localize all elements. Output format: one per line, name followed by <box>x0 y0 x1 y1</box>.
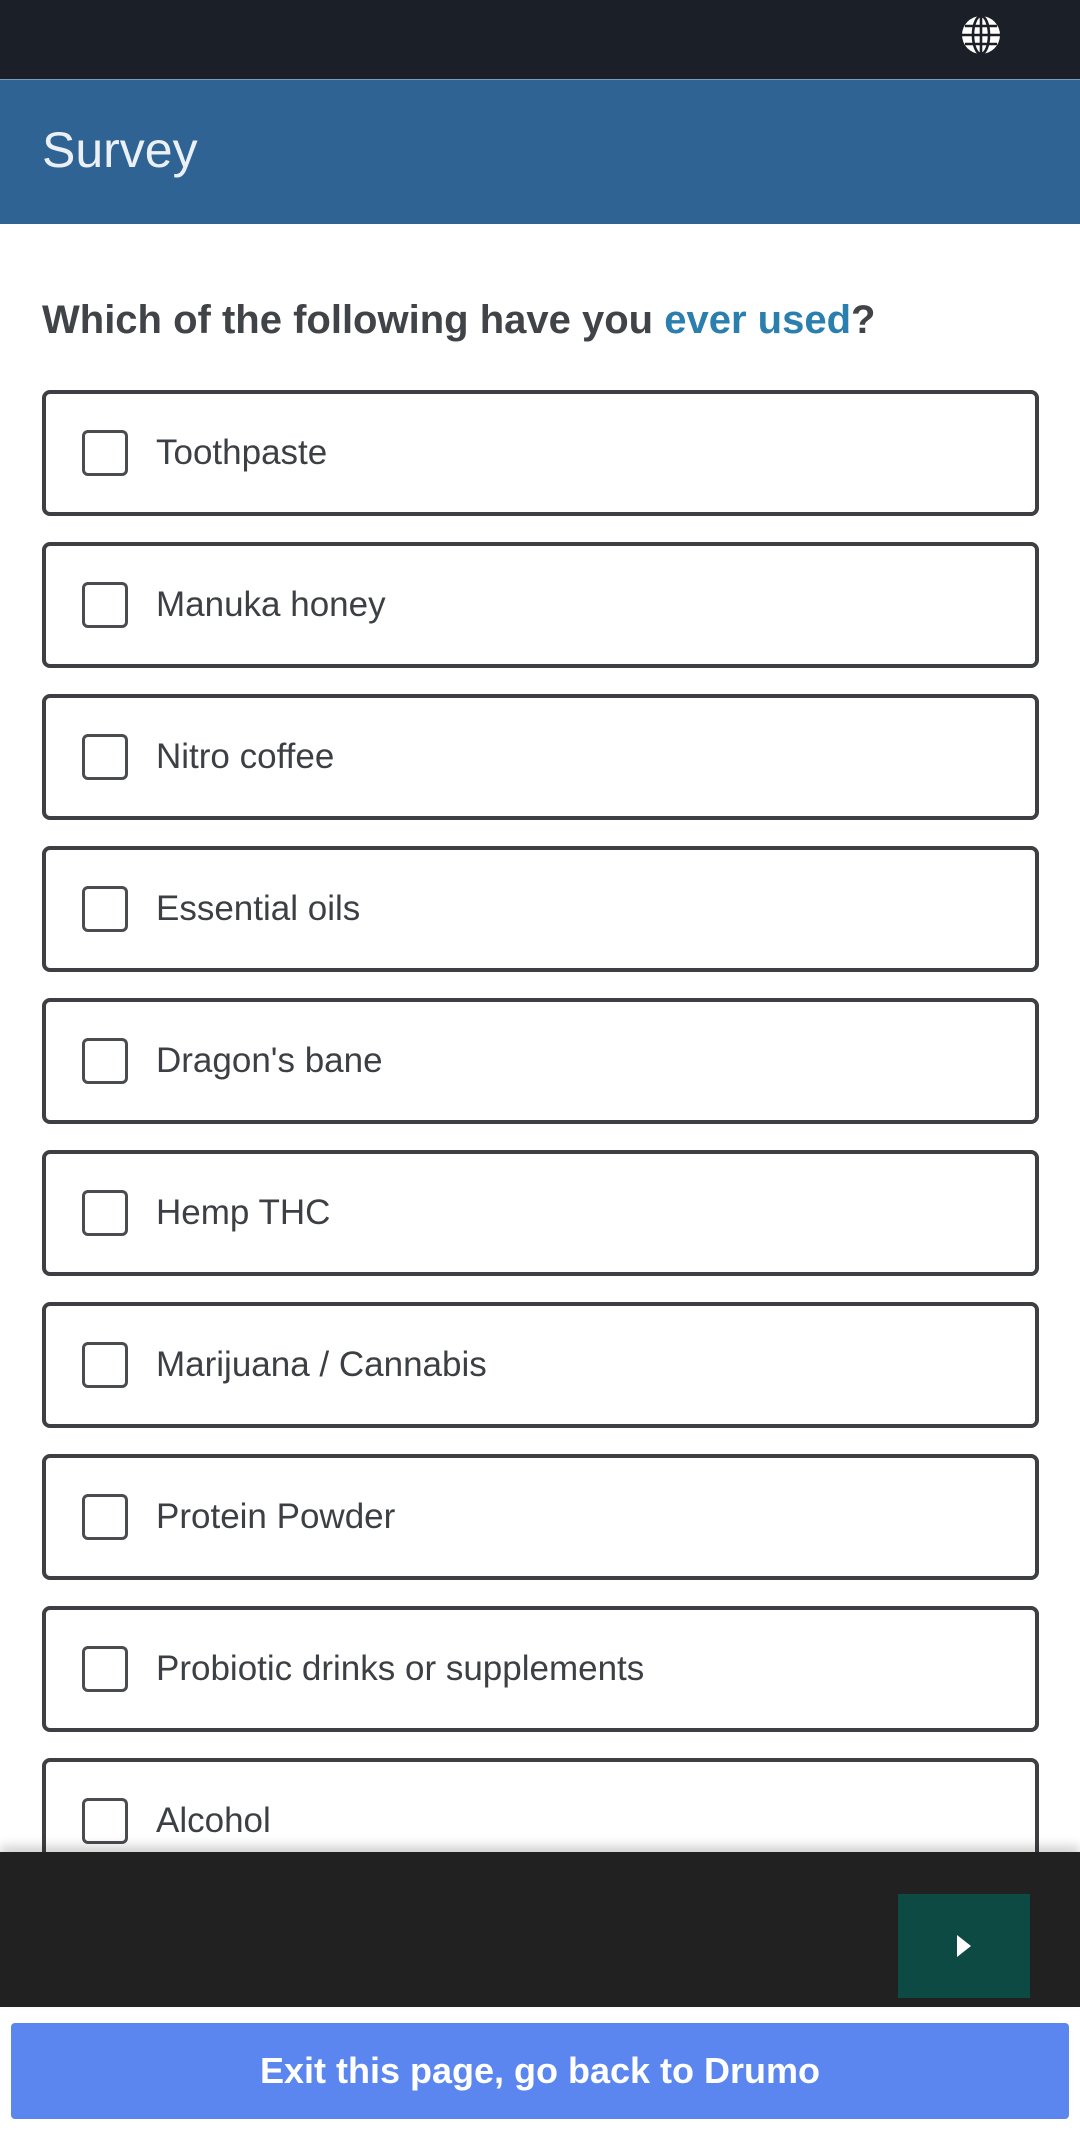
option-hemp-thc[interactable]: Hemp THC <box>42 1150 1039 1276</box>
checkbox[interactable] <box>82 430 128 476</box>
option-protein-powder[interactable]: Protein Powder <box>42 1454 1039 1580</box>
checkbox[interactable] <box>82 1494 128 1540</box>
checkbox[interactable] <box>82 886 128 932</box>
page-title: Survey <box>42 122 198 178</box>
checkbox[interactable] <box>82 582 128 628</box>
checkbox[interactable] <box>82 1798 128 1844</box>
option-nitro-coffee[interactable]: Nitro coffee <box>42 694 1039 820</box>
checkbox[interactable] <box>82 1342 128 1388</box>
exit-button[interactable]: Exit this page, go back to Drumo <box>11 2023 1069 2119</box>
option-label: Toothpaste <box>156 433 328 472</box>
option-essential-oils[interactable]: Essential oils <box>42 846 1039 972</box>
option-alcohol[interactable]: Alcohol <box>42 1758 1039 1852</box>
question-suffix: ? <box>851 298 876 342</box>
option-label: Alcohol <box>156 1801 271 1840</box>
option-label: Hemp THC <box>156 1193 331 1232</box>
globe-icon <box>962 14 1000 56</box>
checkbox[interactable] <box>82 1038 128 1084</box>
option-manuka-honey[interactable]: Manuka honey <box>42 542 1039 668</box>
survey-content: Which of the following have you ever use… <box>0 224 1080 1852</box>
next-button[interactable] <box>898 1894 1030 1998</box>
option-label: Probiotic drinks or supplements <box>156 1649 645 1688</box>
option-label: Dragon's bane <box>156 1041 383 1080</box>
options-list: Toothpaste Manuka honey Nitro coffee Ess… <box>42 390 1039 1852</box>
question-highlight: ever used <box>664 298 851 342</box>
option-dragons-bane[interactable]: Dragon's bane <box>42 998 1039 1124</box>
option-toothpaste[interactable]: Toothpaste <box>42 390 1039 516</box>
checkbox[interactable] <box>82 1646 128 1692</box>
option-label: Essential oils <box>156 889 361 928</box>
option-label: Marijuana / Cannabis <box>156 1345 487 1384</box>
option-label: Manuka honey <box>156 585 386 624</box>
checkbox[interactable] <box>82 734 128 780</box>
survey-page: Survey Which of the following have you e… <box>0 0 1080 2135</box>
option-label: Protein Powder <box>156 1497 396 1536</box>
navigation-bar <box>0 1852 1080 2007</box>
question-text: Which of the following have you ever use… <box>42 296 875 344</box>
play-triangle-icon <box>957 1935 971 1957</box>
app-header: Survey <box>0 79 1080 224</box>
status-bar <box>0 0 1080 79</box>
option-marijuana-cannabis[interactable]: Marijuana / Cannabis <box>42 1302 1039 1428</box>
option-probiotic-drinks[interactable]: Probiotic drinks or supplements <box>42 1606 1039 1732</box>
question-prefix: Which of the following have you <box>42 298 665 342</box>
checkbox[interactable] <box>82 1190 128 1236</box>
option-label: Nitro coffee <box>156 737 335 776</box>
language-button[interactable] <box>958 12 1004 58</box>
